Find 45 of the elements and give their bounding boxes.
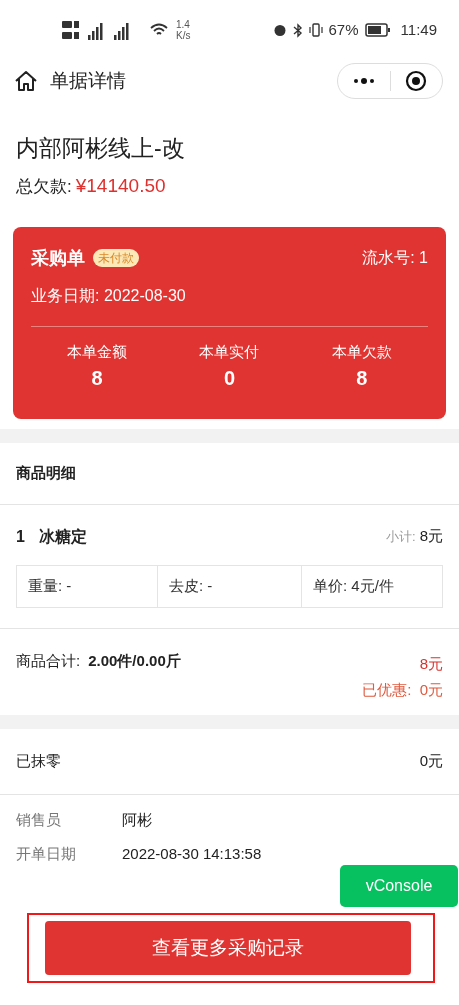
stat-label: 本单欠款: [331, 341, 392, 362]
clock-time: 11:49: [400, 19, 437, 40]
stat-value: 8: [91, 366, 103, 391]
network-speed: 1.4: [176, 19, 191, 30]
item-index: 1: [16, 526, 25, 547]
status-badge: 未付款: [93, 249, 139, 267]
total-amount: 8元: [419, 653, 443, 674]
detail-cell: 单价: 4元/件: [301, 565, 442, 607]
stat-label: 本单实付: [199, 341, 260, 362]
more-records-button[interactable]: 查看更多采购记录: [45, 921, 411, 975]
subtotal-value: 8元: [419, 526, 443, 547]
stat-label: 本单金额: [67, 341, 128, 362]
home-icon[interactable]: [14, 70, 38, 92]
subtotal-label: 小计:: [386, 527, 416, 546]
detail-cell: 去皮: -: [157, 565, 301, 607]
more-icon[interactable]: [352, 78, 375, 84]
order-type: 采购单: [31, 246, 85, 270]
section-title: 商品明细: [16, 462, 76, 483]
stat-value: 0: [223, 366, 236, 391]
vibrate-icon: [308, 23, 323, 37]
network-unit: K/s: [176, 30, 191, 41]
battery-icon: [364, 23, 391, 37]
detail-cell-text: 重量: -: [27, 575, 73, 596]
wifi-icon: [150, 23, 168, 37]
item-name: 冰糖定: [38, 526, 87, 547]
debt-amount: ¥14140.50: [75, 174, 166, 198]
total-value: 2.00件/0.00斤: [88, 651, 181, 672]
serial-number: 流水号: 1: [362, 248, 428, 268]
battery-percent: 67%: [328, 19, 359, 40]
stat-value: 8: [356, 366, 368, 391]
bluetooth-icon: [292, 22, 303, 38]
total-label: 商品合计:: [16, 651, 81, 672]
business-date: 业务日期: 2022-08-30: [31, 285, 187, 306]
info-value: 2022-08-30 14:13:58: [122, 844, 262, 865]
customer-name: 内部阿彬线上-改: [16, 134, 186, 163]
vconsole-button[interactable]: vConsole: [340, 865, 458, 907]
discount-amount: 已优惠: 0元: [362, 679, 443, 700]
rounding-label: 已抹零: [16, 750, 61, 771]
close-icon[interactable]: [405, 70, 428, 92]
rounding-value: 0元: [419, 750, 443, 771]
info-label: 开单日期: [16, 844, 77, 865]
info-value: 阿彬: [122, 810, 152, 831]
page-title: 单据详情: [50, 68, 126, 93]
info-label: 销售员: [16, 810, 62, 831]
debt-label: 总欠款:: [16, 175, 72, 198]
